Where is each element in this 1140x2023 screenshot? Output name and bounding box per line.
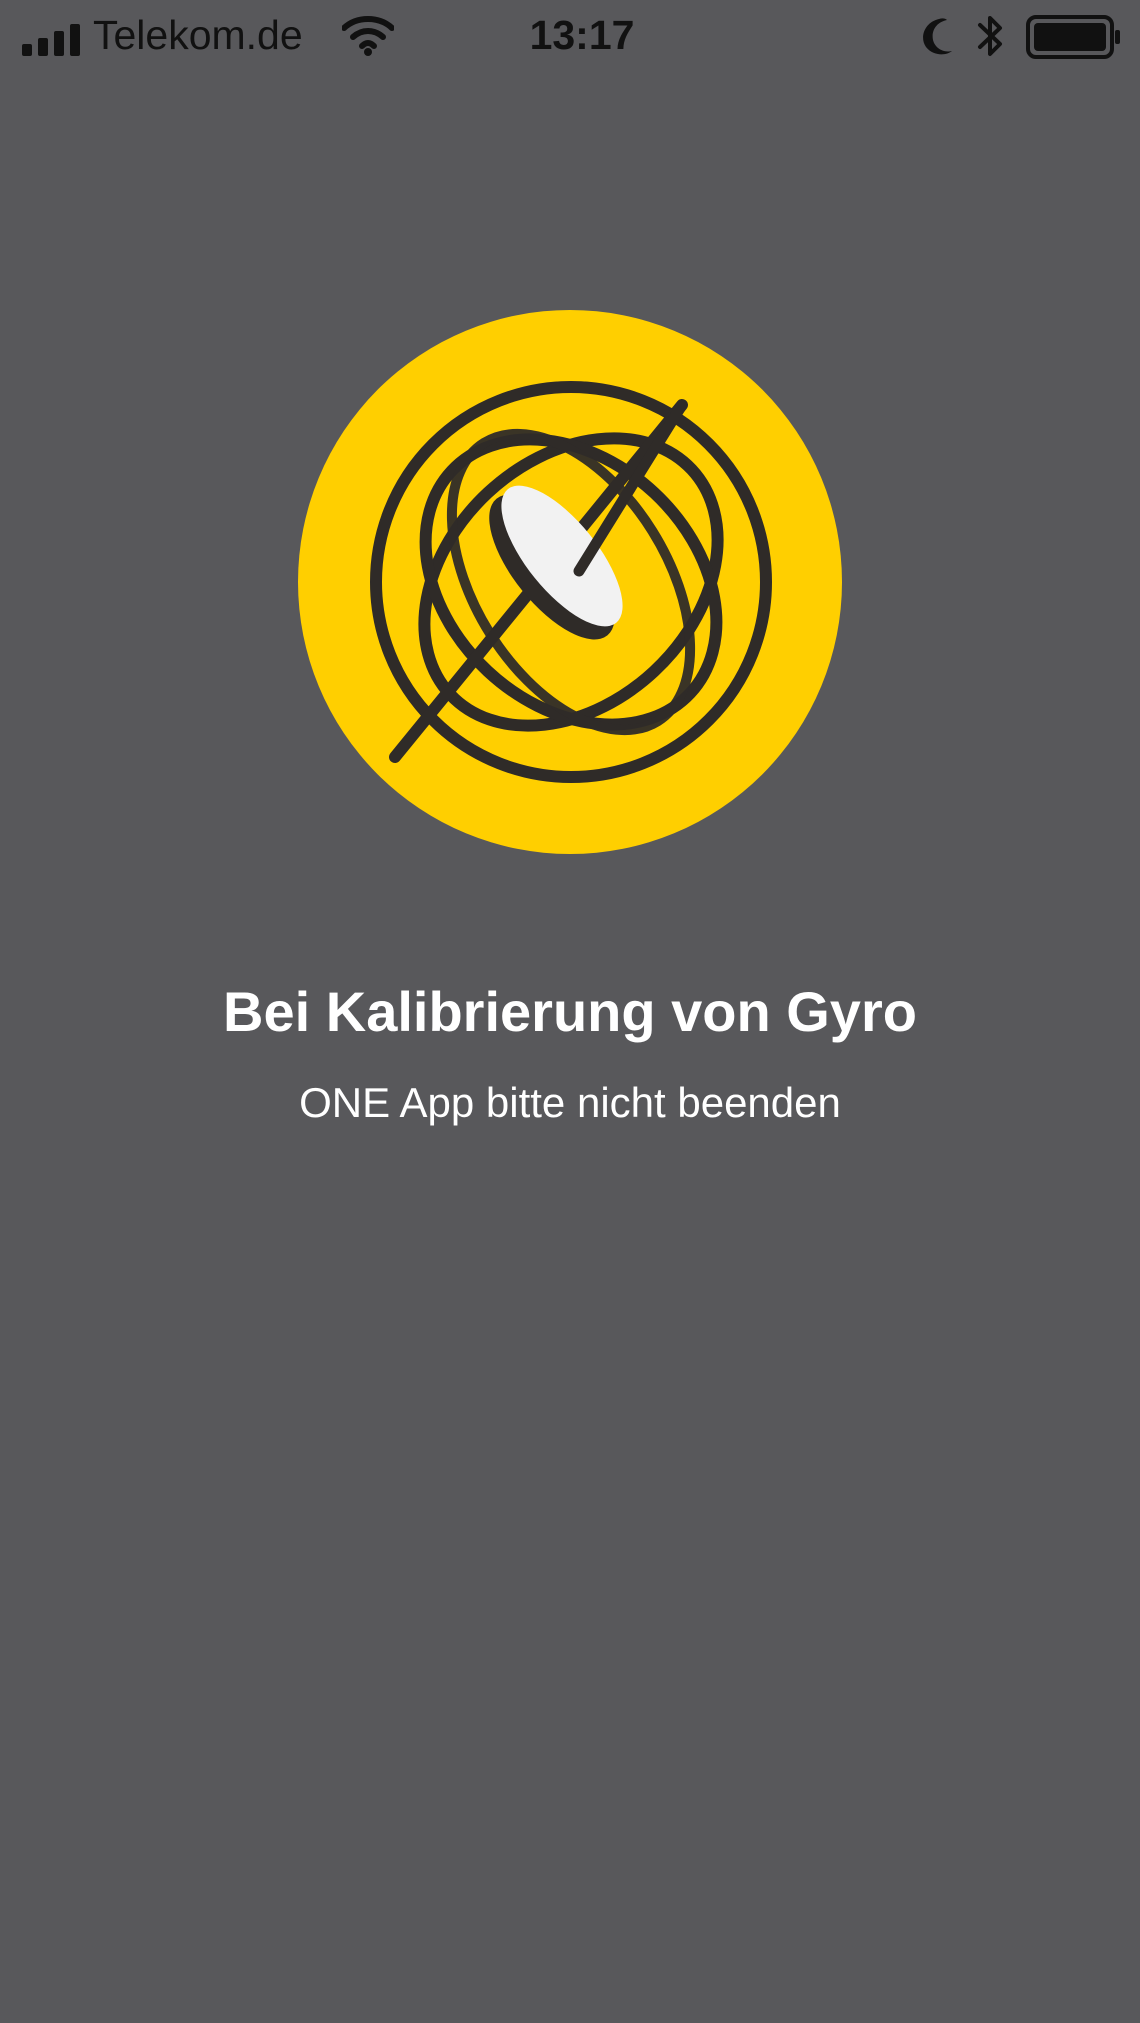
gyroscope-icon xyxy=(298,310,842,854)
status-bar: Telekom.de 13:17 xyxy=(0,0,1140,76)
cellular-signal-icon xyxy=(22,16,80,56)
calibration-title: Bei Kalibrierung von Gyro xyxy=(223,980,917,1043)
wifi-icon xyxy=(342,16,394,56)
calibration-subtitle: ONE App bitte nicht beenden xyxy=(299,1079,841,1126)
carrier-name: Telekom.de xyxy=(93,12,303,58)
bluetooth-icon xyxy=(978,16,1002,56)
status-time: 13:17 xyxy=(529,12,635,58)
moon-icon xyxy=(923,18,952,55)
battery-icon xyxy=(1026,15,1120,59)
